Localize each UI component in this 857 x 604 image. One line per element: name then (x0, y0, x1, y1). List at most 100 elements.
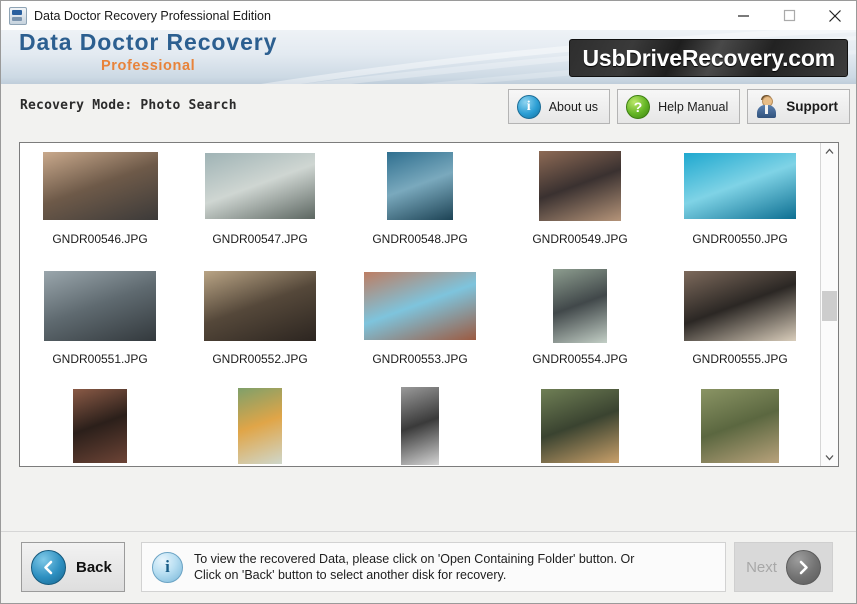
thumbnail-item[interactable]: GNDR00555.JPG (660, 269, 820, 389)
vertical-scrollbar[interactable] (820, 143, 838, 466)
info-icon: i (152, 551, 183, 583)
chevron-right-icon (785, 549, 821, 585)
thumbnail-image-box (539, 149, 621, 223)
recovery-mode-label: Recovery Mode: Photo Search (20, 98, 237, 113)
site-logo-text: UsbDriveRecovery.com (582, 44, 835, 71)
thumbnail-image-box (684, 149, 796, 223)
help-manual-label: Help Manual (658, 99, 729, 114)
support-button[interactable]: Support (747, 89, 850, 124)
chevron-up-icon[interactable] (821, 143, 838, 160)
thumbnail-filename: GNDR00547.JPG (212, 232, 308, 246)
photo-thumbnail-image (73, 389, 127, 463)
about-us-button[interactable]: i About us (507, 89, 611, 124)
thumbnail-filename: GNDR00548.JPG (372, 232, 468, 246)
thumbnail-item[interactable] (500, 389, 660, 466)
thumbnail-image-box (387, 149, 453, 223)
info-icon: i (516, 94, 541, 119)
thumbnail-image-box (204, 269, 316, 343)
next-button[interactable]: Next (734, 542, 833, 592)
thumbnail-item[interactable]: GNDR00546.JPG (20, 149, 180, 269)
content-area: GNDR00546.JPG GNDR00547.JPG GNDR00548.JPG G… (1, 128, 856, 603)
photo-thumbnail-image (684, 271, 796, 341)
thumbnail-image-box (205, 149, 315, 223)
footer-bar: Back i To view the recovered Data, pleas… (1, 531, 856, 603)
thumbnail-item[interactable]: GNDR00554.JPG (500, 269, 660, 389)
thumbnail-row (20, 387, 823, 466)
thumbnail-filename: GNDR00554.JPG (532, 352, 628, 366)
brand-title: Data Doctor Recovery (19, 30, 278, 55)
status-info-box: i To view the recovered Data, please cli… (141, 542, 726, 592)
photo-thumbnail-image (553, 269, 607, 343)
question-icon: ? (626, 94, 651, 119)
back-label: Back (76, 558, 112, 576)
thumbnail-item[interactable] (180, 388, 340, 466)
application-window: Data Doctor Recovery Professional Editio… (0, 0, 857, 604)
thumbnail-filename: GNDR00550.JPG (692, 232, 788, 246)
support-label: Support (786, 99, 838, 114)
thumbnail-grid: GNDR00546.JPG GNDR00547.JPG GNDR00548.JPG G… (20, 143, 823, 466)
status-info-line-2: Click on 'Back' button to select another… (194, 568, 507, 582)
help-manual-button[interactable]: ? Help Manual (617, 89, 741, 124)
photo-thumbnail-image (541, 389, 619, 463)
next-label: Next (746, 558, 777, 576)
scrollbar-thumb[interactable] (822, 291, 837, 321)
thumbnail-image-box (44, 269, 156, 343)
thumbnail-image-box (541, 389, 619, 463)
status-info-line-1: To view the recovered Data, please click… (194, 552, 635, 566)
brand-subtitle: Professional (101, 58, 196, 74)
chevron-left-icon (31, 549, 66, 585)
mode-toolbar: Recovery Mode: Photo Search i About us ?… (1, 84, 856, 129)
thumbnail-row: GNDR00546.JPG GNDR00547.JPG GNDR00548.JPG G… (20, 149, 823, 269)
thumbnail-item[interactable]: GNDR00551.JPG (20, 269, 180, 389)
maximize-button[interactable] (766, 1, 812, 30)
photo-thumbnail-image (44, 271, 156, 341)
thumbnail-grid-panel: GNDR00546.JPG GNDR00547.JPG GNDR00548.JPG G… (19, 142, 839, 467)
thumbnail-image-box (553, 269, 607, 343)
thumbnail-item[interactable]: GNDR00547.JPG (180, 149, 340, 269)
thumbnail-item[interactable]: GNDR00550.JPG (660, 149, 820, 269)
title-bar: Data Doctor Recovery Professional Editio… (1, 1, 856, 31)
thumbnail-item[interactable] (340, 387, 500, 466)
photo-thumbnail-image (364, 272, 476, 340)
about-us-label: About us (548, 99, 599, 114)
thumbnail-filename: GNDR00555.JPG (692, 352, 788, 366)
thumbnail-item[interactable]: GNDR00553.JPG (340, 269, 500, 389)
thumbnail-item[interactable]: GNDR00548.JPG (340, 149, 500, 269)
thumbnail-filename: GNDR00553.JPG (372, 352, 468, 366)
support-person-icon (756, 94, 778, 119)
window-title: Data Doctor Recovery Professional Editio… (34, 8, 271, 23)
photo-thumbnail-image (401, 387, 439, 465)
close-button[interactable] (812, 1, 856, 30)
photo-thumbnail-image (238, 388, 282, 464)
thumbnail-image-box (364, 269, 476, 343)
photo-thumbnail-image (387, 152, 453, 220)
thumbnail-item[interactable] (660, 389, 820, 466)
window-controls (720, 1, 856, 30)
thumbnail-image-box (42, 149, 158, 223)
photo-thumbnail-image (205, 153, 315, 219)
thumbnail-image-box (238, 388, 282, 464)
back-button[interactable]: Back (21, 542, 125, 592)
thumbnail-item[interactable] (20, 389, 180, 466)
thumbnail-filename: GNDR00549.JPG (532, 232, 628, 246)
status-info-text: To view the recovered Data, please click… (194, 551, 634, 583)
brand-block: Data Doctor Recovery Professional (19, 31, 277, 74)
thumbnail-image-box (701, 389, 779, 463)
thumbnail-image-box (684, 269, 796, 343)
thumbnail-item[interactable]: GNDR00552.JPG (180, 269, 340, 389)
photo-thumbnail-image (204, 271, 316, 341)
thumbnail-image-box (401, 387, 439, 465)
minimize-button[interactable] (720, 1, 766, 30)
thumbnail-filename: GNDR00546.JPG (52, 232, 148, 246)
thumbnail-row: GNDR00551.JPG GNDR00552.JPG GNDR00553.JPG G… (20, 269, 823, 389)
thumbnail-item[interactable]: GNDR00549.JPG (500, 149, 660, 269)
site-logo-banner: UsbDriveRecovery.com (569, 39, 848, 77)
chevron-down-icon[interactable] (821, 449, 838, 466)
app-disk-icon (9, 6, 27, 25)
brand-header: Data Doctor Recovery Professional UsbDri… (1, 30, 856, 84)
photo-thumbnail-image (701, 389, 779, 463)
photo-thumbnail-image (539, 151, 621, 221)
toolbar-buttons: i About us ? Help Manual Support (507, 89, 850, 124)
thumbnail-filename: GNDR00551.JPG (52, 352, 148, 366)
photo-thumbnail-image (42, 152, 158, 220)
